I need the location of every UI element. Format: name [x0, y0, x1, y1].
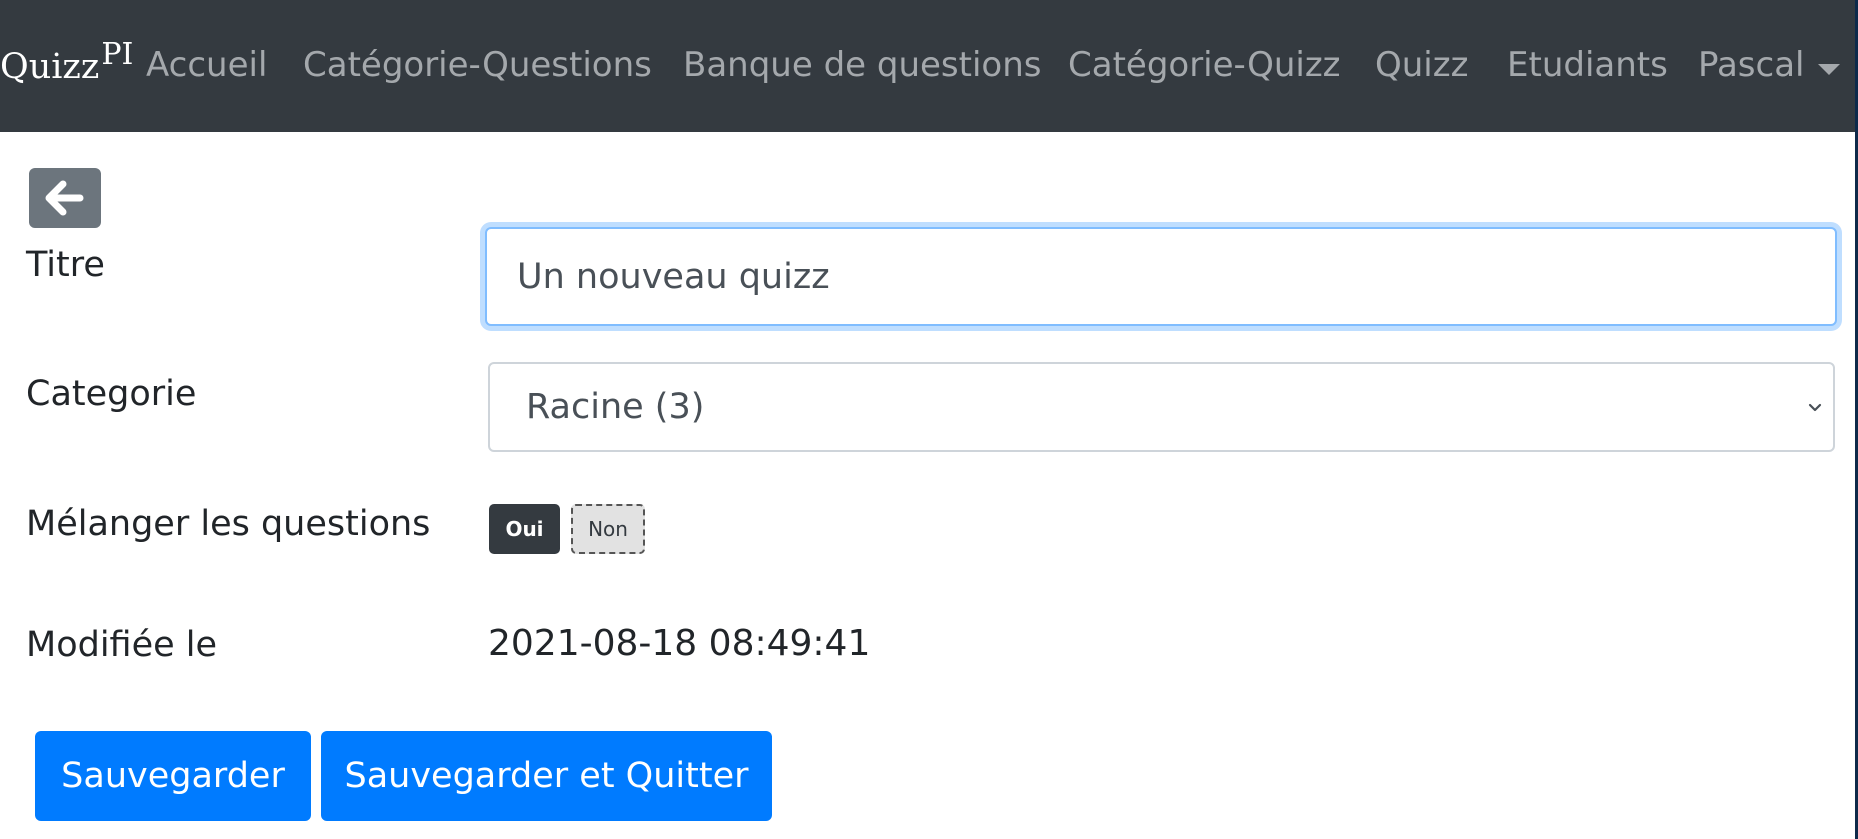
- nav-link-accueil[interactable]: Accueil: [146, 48, 267, 82]
- nav-link-categorie-quizz[interactable]: Catégorie-Quizz: [1068, 48, 1341, 82]
- top-navbar: QuizzPI Accueil Catégorie-Questions Banq…: [0, 0, 1858, 132]
- save-and-quit-button[interactable]: Sauvegarder et Quitter: [321, 731, 772, 821]
- shuffle-label: Mélanger les questions: [26, 504, 431, 544]
- category-selected-value: Racine (3): [526, 387, 705, 427]
- nav-link-categorie-questions[interactable]: Catégorie-Questions: [303, 48, 652, 82]
- title-label: Titre: [26, 245, 105, 285]
- nav-link-quizz[interactable]: Quizz: [1375, 48, 1468, 82]
- brand-name: Quizz: [0, 47, 100, 87]
- user-menu-toggle[interactable]: Pascal: [1698, 48, 1805, 82]
- category-select[interactable]: Racine (3): [488, 362, 1835, 452]
- arrow-left-icon: [45, 180, 84, 216]
- nav-link-banque-de-questions[interactable]: Banque de questions: [683, 48, 1041, 82]
- brand-superscript: PI: [101, 37, 134, 72]
- shuffle-yes-button[interactable]: Oui: [489, 504, 560, 554]
- nav-link-etudiants[interactable]: Etudiants: [1507, 48, 1668, 82]
- back-button[interactable]: [29, 168, 101, 228]
- modified-date: 2021-08-18 08:49:41: [488, 623, 871, 664]
- modified-label: Modifiée le: [26, 625, 218, 665]
- brand-logo[interactable]: QuizzPI: [0, 40, 133, 85]
- caret-down-icon[interactable]: [1818, 64, 1840, 75]
- category-label: Categorie: [26, 374, 197, 414]
- title-input[interactable]: [485, 227, 1837, 326]
- chevron-down-icon: [1808, 403, 1822, 412]
- shuffle-no-button[interactable]: Non: [571, 504, 645, 554]
- save-button[interactable]: Sauvegarder: [35, 731, 311, 821]
